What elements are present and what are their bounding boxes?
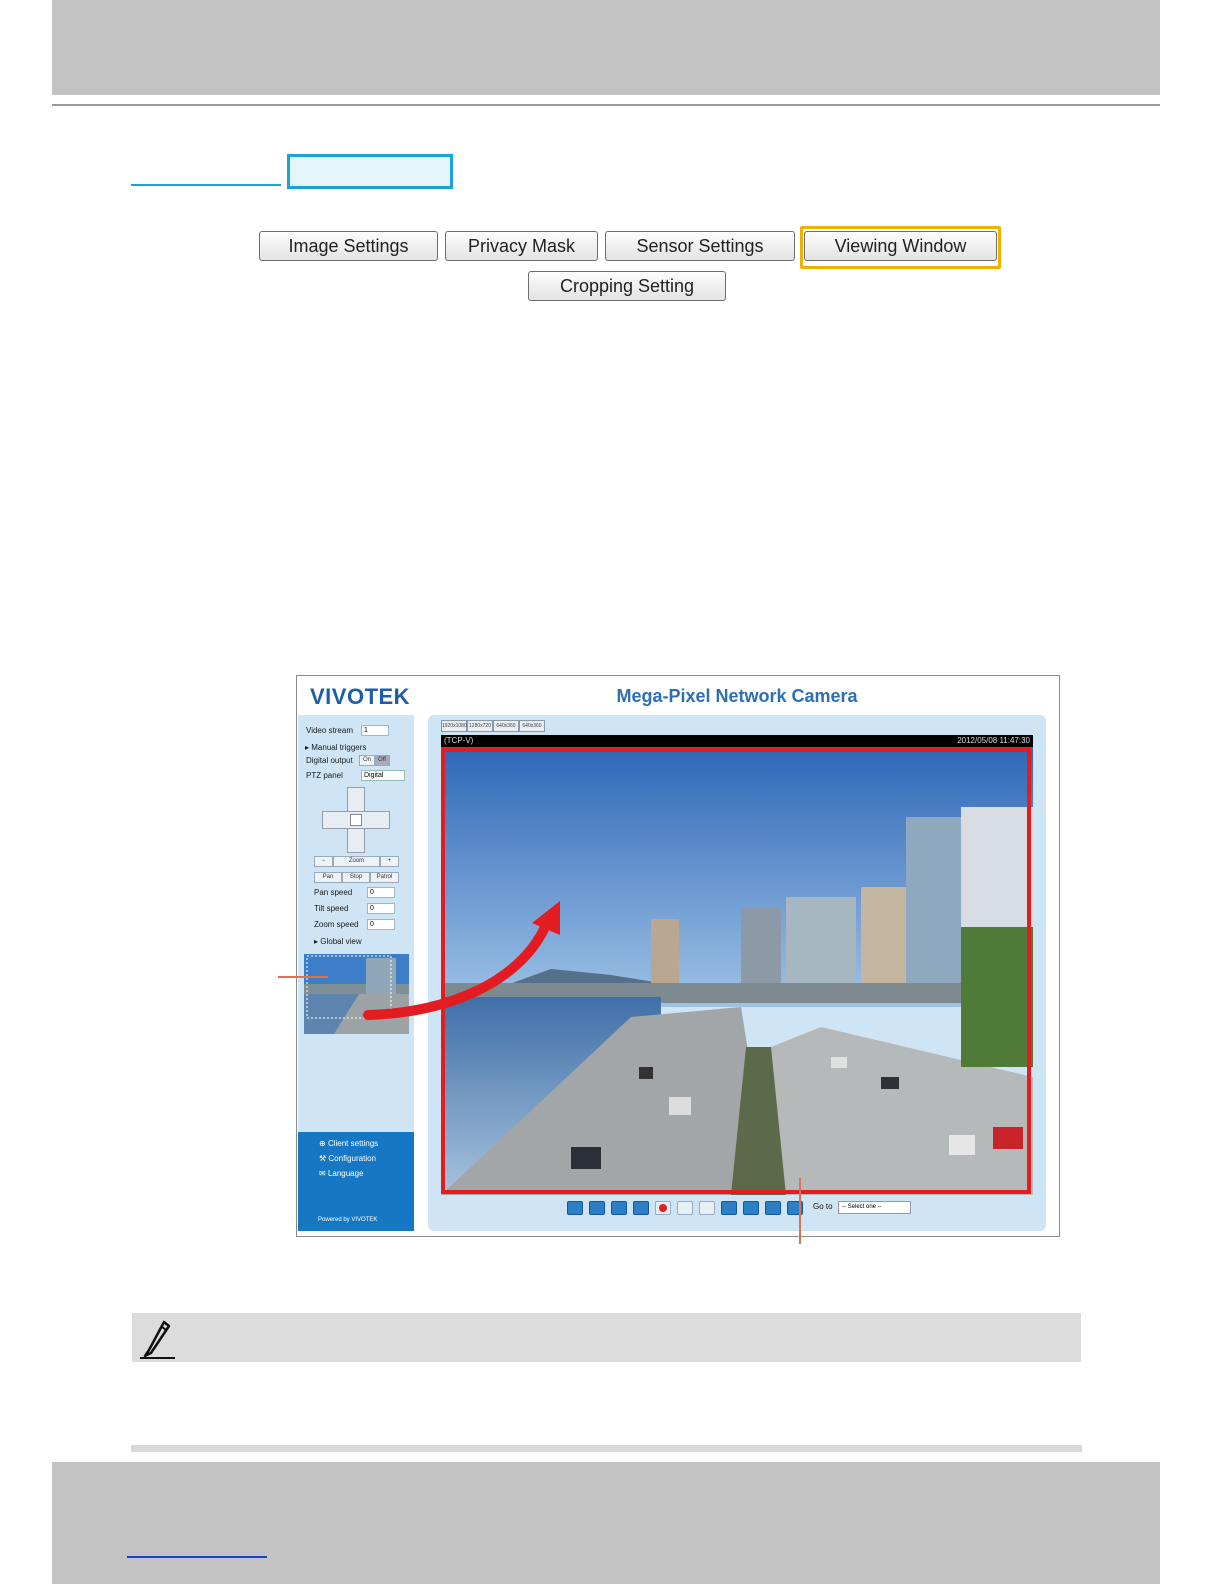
sensor-settings-button[interactable]: Sensor Settings xyxy=(605,231,795,261)
configuration-link[interactable]: ⚒ Configuration xyxy=(319,1154,376,1163)
callout-line-frame xyxy=(799,1178,801,1244)
snapshot-icon[interactable] xyxy=(567,1201,583,1215)
privacy-mask-button[interactable]: Privacy Mask xyxy=(445,231,598,261)
digital-output-label: Digital output xyxy=(306,756,353,765)
ptz-panel-label: PTZ panel xyxy=(306,771,343,780)
video-timestamp: 2012/05/08 11:47:30 xyxy=(957,736,1030,745)
camera-page-title: Mega-Pixel Network Camera xyxy=(616,686,858,706)
record-icon[interactable] xyxy=(655,1201,671,1215)
goto-select[interactable]: -- Select one -- xyxy=(838,1201,911,1214)
language-link[interactable]: ✉ Language xyxy=(319,1169,364,1178)
configuration-text: Configuration xyxy=(328,1154,376,1163)
digital-output-on-button[interactable]: On xyxy=(359,755,375,766)
pan-button[interactable]: Pan xyxy=(314,872,342,883)
stream-tab-2[interactable]: 1280x720 xyxy=(467,720,493,732)
client-settings-text: Client settings xyxy=(327,1139,379,1148)
zoom-in-button[interactable]: + xyxy=(380,856,399,867)
tilt-speed-label: Tilt speed xyxy=(314,904,349,913)
digital-output-off-button[interactable]: Off xyxy=(374,755,390,766)
manual-triggers-text: Manual triggers xyxy=(311,743,367,752)
global-view-label[interactable]: ▸ Global view xyxy=(314,937,362,946)
pan-speed-label: Pan speed xyxy=(314,888,353,897)
note-bar xyxy=(132,1313,1081,1362)
manual-triggers-label[interactable]: ▸ Manual triggers xyxy=(305,743,366,752)
page-footer-band xyxy=(52,1462,1160,1584)
global-view-text: Global view xyxy=(320,937,362,946)
language-text: Language xyxy=(327,1169,364,1178)
pencil-note-icon xyxy=(140,1320,175,1359)
video-stream-select[interactable]: 1 xyxy=(361,725,389,736)
ptz-panel-select[interactable]: Digital xyxy=(361,770,405,781)
client-settings-link[interactable]: ⊕ Client settings xyxy=(319,1139,378,1148)
footer-link-underline[interactable] xyxy=(127,1556,267,1558)
ptz-home-button[interactable] xyxy=(350,814,362,826)
client-settings-icon: ⊕ xyxy=(319,1139,328,1148)
stream-tab-4[interactable]: 640x360 xyxy=(519,720,545,732)
image-settings-button[interactable]: Image Settings xyxy=(259,231,438,261)
mute-icon[interactable] xyxy=(699,1201,715,1215)
language-icon: ✉ xyxy=(319,1169,328,1178)
patrol-button[interactable]: Patrol xyxy=(370,872,399,883)
zoom-out-button[interactable]: − xyxy=(314,856,333,867)
video-title-bar: (TCP-V) 2012/05/08 11:47:30 xyxy=(441,735,1033,747)
viewing-window-button[interactable]: Viewing Window xyxy=(804,231,997,261)
callout-line-thumbnail xyxy=(278,976,328,978)
wrench-icon: ⚒ xyxy=(319,1154,329,1163)
volume-icon[interactable] xyxy=(677,1201,693,1215)
zoom-speed-label: Zoom speed xyxy=(314,920,359,929)
goto-label: Go to xyxy=(813,1202,833,1211)
zoom-region-arrow xyxy=(363,901,560,1020)
powered-by-label: Powered by VIVOTEK xyxy=(318,1217,378,1223)
stop-icon[interactable] xyxy=(633,1201,649,1215)
talk-icon[interactable] xyxy=(721,1201,737,1215)
vivotek-logo: VIVOTEK xyxy=(310,684,411,709)
cropping-setting-button[interactable]: Cropping Setting xyxy=(528,271,726,301)
tab-link-underline[interactable] xyxy=(131,184,281,186)
pause-icon[interactable] xyxy=(611,1201,627,1215)
stream-tab-1[interactable]: 1920x1080 xyxy=(441,720,467,732)
header-rule xyxy=(52,104,1160,106)
zoom-icon[interactable] xyxy=(589,1201,605,1215)
mic-mute-icon[interactable] xyxy=(743,1201,759,1215)
video-protocol: (TCP-V) xyxy=(444,736,474,745)
tab-highlight-box[interactable] xyxy=(287,154,453,189)
stop-button[interactable]: Stop xyxy=(342,872,370,883)
video-stream-label: Video stream xyxy=(306,726,353,735)
zoom-label: Zoom xyxy=(333,856,380,867)
page-header-band xyxy=(52,0,1160,95)
stream-tab-3[interactable]: 640x360 xyxy=(493,720,519,732)
footer-rule xyxy=(131,1445,1082,1452)
microphone-icon[interactable] xyxy=(765,1201,781,1215)
